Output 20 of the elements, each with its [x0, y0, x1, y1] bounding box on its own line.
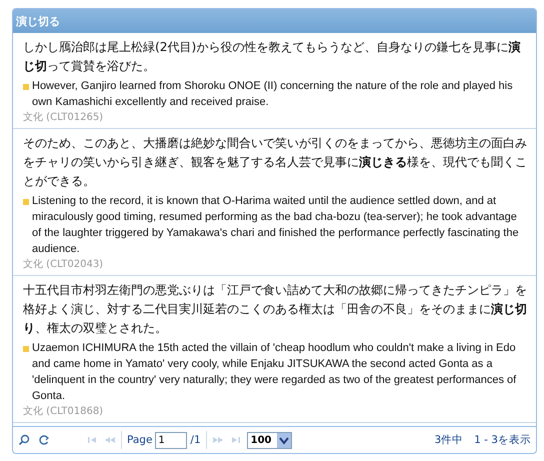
english-translation: Uzaemon ICHIMURA the 15th acted the villain of 'cheap hoodlum who couldn't make a living in Edo and came home in Yamato' very cooly, while Enjaku JITSUKAWA the second acted Gonta as a 'delinquent in the country' very naturally; they were regarded as two of the greatest performances of Gonta. — [32, 341, 518, 404]
bullet-icon — [23, 84, 29, 90]
record-count: 3件中 1 - 3を表示 — [434, 433, 531, 447]
search-icon[interactable] — [18, 434, 30, 446]
english-translation: Listening to the record, it is known that O-Harima waited until the audience settled down, and at miraculously good timing, resumed performing as the bad cha-bozu (tea-server); he took advantage of the laughter triggered by Yamakawa's chari and finished the performance perfectly fascinating the audience. — [32, 194, 520, 257]
bullet-icon — [23, 199, 29, 205]
japanese-sentence: しかし鴈治郎は尾上松緑(2代目)から役の性を教えてもらうなど、自身なりの鎌七を見事に演じ切って賞賛を浴びた。 — [23, 39, 522, 75]
refresh-icon[interactable] — [38, 434, 50, 446]
bullet-icon — [23, 346, 29, 352]
page-total: /1 — [190, 434, 201, 446]
english-translation: However, Ganjiro learned from Shoroku ONOE (II) concerning the nature of the role and played his own Kamashichi excellently and received praise. — [32, 79, 514, 110]
source-label: 文化 (CLT01868) — [23, 404, 104, 419]
japanese-sentence: そのため、このあと、大播磨は絶妙な間合いで笑いが引くのをまってから、悪徳坊主の面白みをチャリの笑いから引き継ぎ、観客を魅了する名人芸で見事に演じきる様を、現代でも聞くことができる。 — [23, 135, 528, 190]
source-label: 文化 (CLT02043) — [23, 258, 104, 272]
page-size-dropdown[interactable]: 100 — [246, 432, 292, 448]
page-label: Page — [127, 434, 152, 446]
page-field[interactable]: 1 — [155, 432, 188, 448]
source-label: 文化 (CLT01265) — [23, 110, 104, 125]
panel-title: 演じ切る — [16, 14, 60, 28]
japanese-sentence: 十五代目市村羽左衛門の悪党ぶりは「江戸で食い詰めて大和の故郷に帰ってきたチンピラ」を格好よく演じ、対する二代目実川延若のこくのある権太は「田舎の不良」をそのままに演じ切り、権太の双璧とされた。 — [23, 282, 528, 337]
